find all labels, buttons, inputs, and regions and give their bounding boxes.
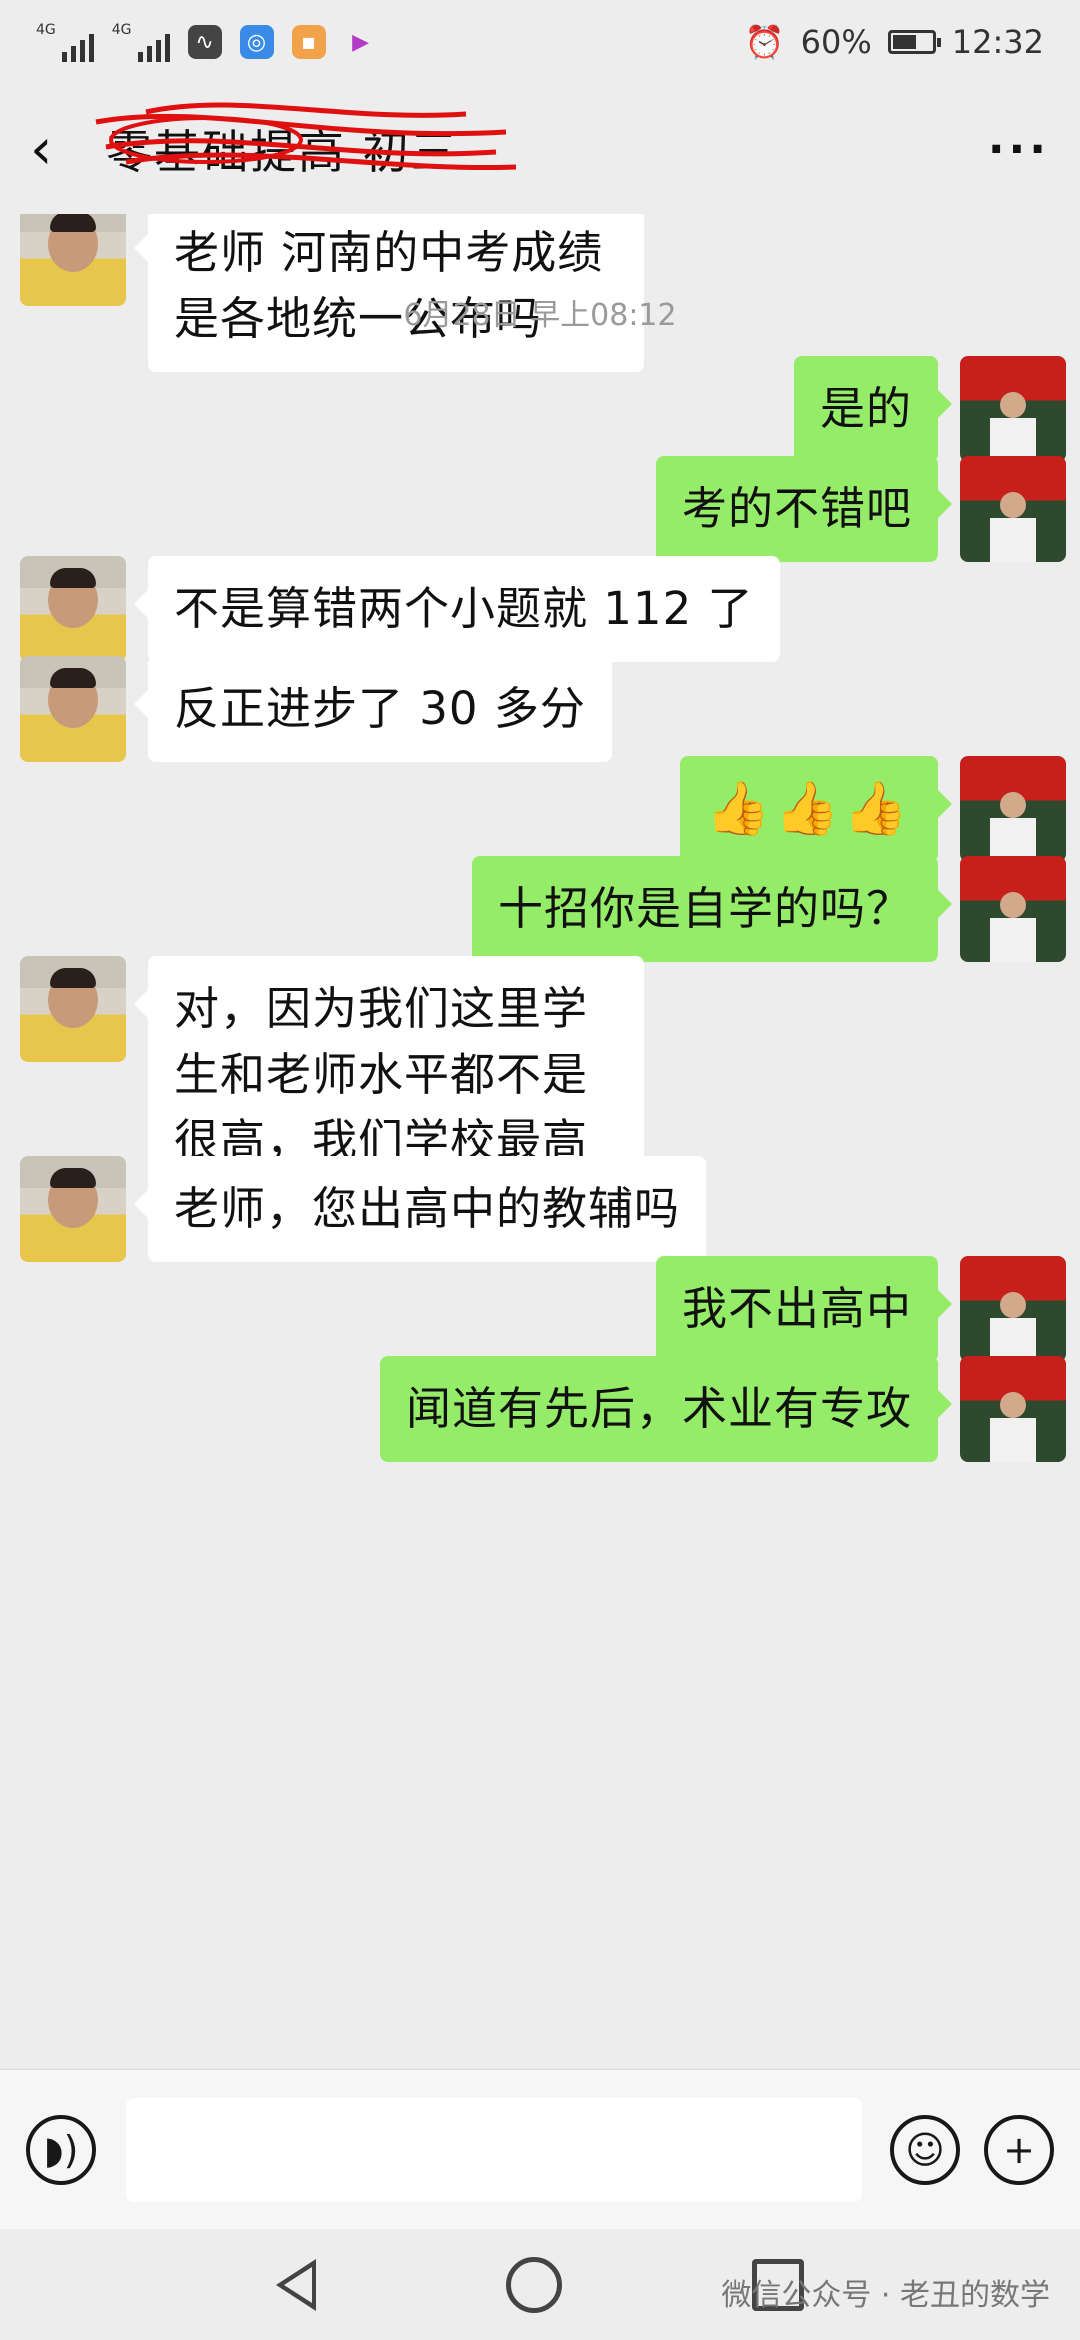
message-row: 闻道有先后，术业有专攻 (379, 1356, 1066, 1462)
nav-home-icon[interactable] (506, 2256, 562, 2313)
message-row: 反正进步了 30 多分 (20, 656, 612, 762)
alarm-icon: ⏰ (744, 23, 785, 61)
network-type-2: 4G (111, 22, 132, 38)
status-right: ⏰ 60% 12:32 (745, 23, 1044, 61)
clock: 12:32 (951, 23, 1044, 61)
message-row: 考的不错吧 (655, 456, 1066, 562)
message-bubble[interactable]: 我不出高中 (655, 1256, 953, 1362)
avatar-teacher[interactable] (960, 756, 1066, 862)
activity-icon: ∿ (187, 25, 222, 59)
back-chevron-icon[interactable]: ‹ (30, 117, 90, 182)
watermark: 微信公众号 · 老丑的数学 (721, 2278, 1050, 2313)
avatar-student[interactable] (20, 1156, 126, 1262)
message-input[interactable] (126, 2097, 862, 2202)
message-bubble[interactable]: 不是算错两个小题就 112 了 (134, 556, 780, 662)
voice-input-icon[interactable]: ◗) (26, 2114, 96, 2185)
message-bubble[interactable]: 老师，您出高中的教辅吗 (133, 1156, 707, 1262)
message-row: 不是算错两个小题就 112 了 (20, 556, 780, 662)
avatar-student[interactable] (20, 556, 126, 662)
message-bubble[interactable]: 闻道有先后，术业有专攻 (379, 1356, 953, 1462)
avatar-teacher[interactable] (960, 856, 1066, 962)
battery-icon (887, 30, 941, 54)
plus-icon[interactable]: + (984, 2114, 1054, 2185)
battery-percent: 60% (800, 23, 872, 61)
app-icon: ▪ (291, 25, 326, 59)
chat-header: ‹ 零基础提高 初三 ··· (0, 84, 1080, 214)
message-bubble[interactable]: 十招你是自学的吗？ (471, 856, 953, 962)
emoji-icon[interactable]: ☺ (890, 2114, 960, 2185)
timestamp: 6月28日 早上08:12 (403, 298, 677, 333)
thumbs-up-emoji-bubble[interactable]: 👍👍👍 (679, 756, 953, 862)
battery-fill (892, 35, 916, 49)
video-icon: ▶ (352, 29, 369, 55)
avatar-student[interactable] (20, 656, 126, 762)
avatar-teacher[interactable] (960, 356, 1066, 462)
avatar-teacher[interactable] (960, 1356, 1066, 1462)
message-bubble[interactable]: 反正进步了 30 多分 (134, 656, 612, 762)
message-bubble[interactable]: 是的 (793, 356, 953, 462)
message-row: 👍👍👍 (679, 756, 1066, 862)
chat-title: 零基础提高 初三 (95, 102, 517, 182)
avatar-student[interactable] (20, 956, 126, 1062)
message-row: 我不出高中 (655, 1256, 1066, 1362)
avatar-teacher[interactable] (960, 456, 1066, 562)
avatar-teacher[interactable] (960, 1256, 1066, 1362)
chat-list[interactable]: 老师 河南的中考成绩是各地统一公布吗 6月28日 早上08:12 是的 考的不错… (0, 214, 1080, 2069)
browser-icon: ◎ (239, 25, 274, 59)
nav-back-icon[interactable] (276, 2258, 316, 2311)
input-bar: ◗) ☺ + (0, 2069, 1080, 2229)
status-left: 4G 4G ∿ ◎ ▪ ▶ (36, 22, 378, 62)
message-bubble[interactable]: 考的不错吧 (655, 456, 953, 562)
more-options-icon[interactable]: ··· (988, 124, 1050, 175)
signal-icon: 4G (36, 22, 94, 62)
message-row: 老师，您出高中的教辅吗 (20, 1156, 707, 1262)
message-row: 十招你是自学的吗？ (471, 856, 1066, 962)
status-bar: 4G 4G ∿ ◎ ▪ ▶ ⏰ 60% 12:32 (0, 0, 1080, 84)
chat-title-text: 零基础提高 初三 (106, 125, 459, 179)
message-row: 是的 (793, 356, 1066, 462)
network-type-1: 4G (36, 22, 56, 38)
signal-icon-2: 4G (112, 22, 170, 62)
